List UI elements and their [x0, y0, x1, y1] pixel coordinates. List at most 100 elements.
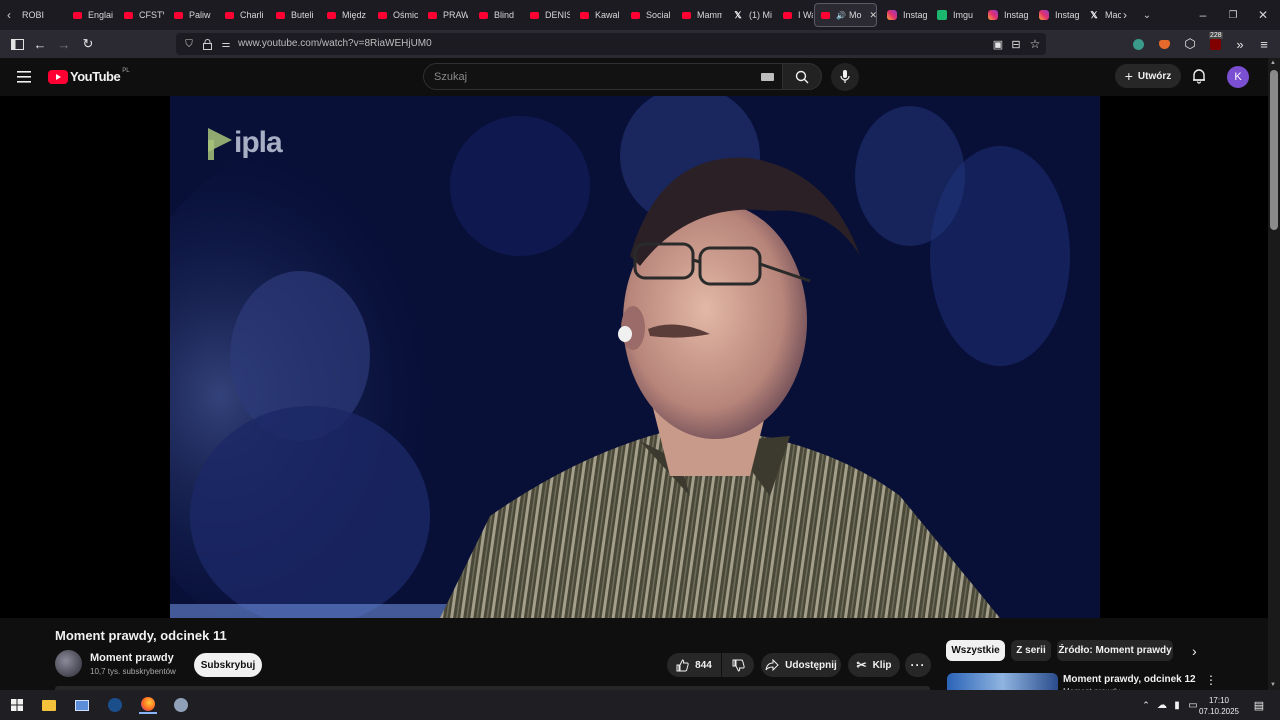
- chip-source-channel[interactable]: Źródło: Moment prawdy: [1057, 640, 1173, 661]
- browser-tab[interactable]: Charli: [225, 3, 265, 27]
- like-button[interactable]: 844: [667, 653, 721, 677]
- video-frame[interactable]: ipla: [170, 96, 1100, 618]
- browser-tab[interactable]: Blind: [479, 3, 519, 27]
- tab-scroll-right-icon[interactable]: ›: [1118, 7, 1132, 23]
- browser-tab[interactable]: Mamm: [682, 3, 722, 27]
- browser-tab[interactable]: ROBI: [22, 3, 50, 27]
- back-arrow-icon[interactable]: ←: [32, 36, 48, 52]
- browser-tab-label: Englai: [88, 10, 113, 20]
- tab-scroll-left-icon[interactable]: ‹: [2, 7, 16, 23]
- permissions-icon[interactable]: ⚌: [218, 36, 234, 52]
- browser-tab[interactable]: 𝕏 Mac: [1089, 3, 1121, 27]
- browser-tab[interactable]: DENIS: [530, 3, 570, 27]
- browser-tab[interactable]: CFSTV: [124, 3, 164, 27]
- youtube-favicon-icon: [631, 11, 640, 19]
- search-button[interactable]: [782, 63, 822, 90]
- instagram-favicon-icon: [887, 10, 897, 20]
- picture-in-picture-icon[interactable]: ▣: [990, 36, 1006, 52]
- reload-icon[interactable]: ↻: [80, 36, 96, 52]
- browser-tab-label: Kawal: [595, 10, 620, 20]
- chip-all[interactable]: Wszystkie: [946, 640, 1005, 661]
- clip-button[interactable]: ✂ Klip: [848, 653, 900, 677]
- lock-icon[interactable]: [199, 36, 215, 52]
- related-video-menu-icon[interactable]: ⋮: [1205, 673, 1217, 687]
- restore-window-icon[interactable]: ❐: [1226, 7, 1240, 23]
- scrollbar-thumb[interactable]: [1270, 70, 1278, 230]
- browser-tab[interactable]: 🔊 Mo ✕: [814, 3, 877, 27]
- clock-date: 07.10.2025: [1198, 707, 1240, 716]
- browser-tab[interactable]: Instag: [1039, 3, 1079, 27]
- browser-tab[interactable]: Imgu: [937, 3, 977, 27]
- tab-audio-playing-icon[interactable]: 🔊: [836, 11, 846, 20]
- steam-icon[interactable]: [106, 696, 124, 714]
- list-all-tabs-icon[interactable]: ⌄: [1140, 7, 1154, 23]
- file-explorer-icon[interactable]: [40, 696, 58, 714]
- system-clock[interactable]: 17:10 07.10.2025: [1198, 695, 1240, 717]
- shield-icon[interactable]: ⛉: [181, 36, 197, 52]
- forward-arrow-icon[interactable]: →: [56, 36, 72, 52]
- chips-next-chevron-icon[interactable]: ›: [1192, 643, 1197, 659]
- region-code: PL: [122, 67, 130, 74]
- browser-tab[interactable]: Englai: [73, 3, 113, 27]
- bookmark-star-icon[interactable]: ☆: [1027, 36, 1043, 52]
- voice-search-button[interactable]: [831, 63, 859, 91]
- browser-tab[interactable]: Ośmic: [378, 3, 418, 27]
- subscribe-button[interactable]: Subskrybuj: [194, 653, 262, 677]
- youtube-logo-text: YouTube: [70, 69, 121, 84]
- search-placeholder: Szukaj: [434, 71, 468, 83]
- browser-tab-label: Blind: [494, 10, 515, 20]
- browser-tab[interactable]: I Walk: [783, 3, 813, 27]
- minimize-window-icon[interactable]: –: [1196, 7, 1210, 23]
- browser-tab-label: CFSTV: [139, 10, 164, 20]
- browser-tab[interactable]: Paliw: [174, 3, 214, 27]
- browser-tab[interactable]: Kawal: [580, 3, 620, 27]
- chip-from-series[interactable]: Z serii: [1011, 640, 1051, 661]
- share-button[interactable]: Udostępnij: [761, 653, 841, 677]
- reader-view-icon[interactable]: ⊟: [1008, 36, 1024, 52]
- youtube-logo[interactable]: YouTube PL: [48, 67, 130, 84]
- scroll-down-arrow-icon[interactable]: ▼: [1270, 682, 1276, 688]
- sidebar-toggle-icon[interactable]: [9, 36, 25, 52]
- browser-tab[interactable]: 𝕏 (1) Mi: [733, 3, 773, 27]
- close-tab-icon[interactable]: ✕: [869, 10, 876, 21]
- browser-tab-label: Mo: [848, 10, 862, 20]
- windows-start-icon[interactable]: [8, 696, 26, 714]
- extensions-puzzle-icon[interactable]: ⬡: [1182, 36, 1198, 52]
- browser-tab[interactable]: PRAW: [428, 3, 468, 27]
- address-bar[interactable]: ⛉ ⚌ www.youtube.com/watch?v=8RiaWEHjUM0 …: [176, 33, 1046, 55]
- browser-tab[interactable]: Międz: [327, 3, 367, 27]
- browser-tab[interactable]: Social: [631, 3, 671, 27]
- browser-tab[interactable]: Instag: [988, 3, 1028, 27]
- create-button[interactable]: + Utwórz: [1115, 64, 1181, 88]
- youtube-header: YouTube PL Szukaj + Utwórz K: [0, 58, 1268, 96]
- scroll-up-arrow-icon[interactable]: ▲: [1270, 60, 1276, 66]
- channel-avatar[interactable]: [55, 650, 82, 677]
- ublock-extension-icon[interactable]: 228: [1207, 32, 1223, 52]
- account-avatar[interactable]: K: [1227, 66, 1249, 88]
- overflow-chevron-icon[interactable]: »: [1232, 36, 1248, 52]
- page-scrollbar[interactable]: ▲ ▼: [1268, 58, 1280, 690]
- browser-tab[interactable]: Instag: [887, 3, 927, 27]
- dislike-button[interactable]: [722, 653, 754, 677]
- guide-menu-icon[interactable]: [17, 70, 31, 88]
- browser-tab[interactable]: Buteli: [276, 3, 316, 27]
- search-input[interactable]: Szukaj: [423, 63, 783, 90]
- video-player[interactable]: ipla: [0, 96, 1268, 618]
- notification-center-icon[interactable]: ▤: [1250, 696, 1268, 714]
- remote-desktop-icon[interactable]: [73, 696, 91, 714]
- related-video-thumbnail[interactable]: [947, 673, 1058, 690]
- firefox-icon[interactable]: [139, 696, 157, 714]
- app-gear-icon[interactable]: [172, 696, 190, 714]
- youtube-favicon-icon: [327, 11, 336, 19]
- hamburger-menu-icon[interactable]: ≡: [1256, 36, 1272, 52]
- related-video-title[interactable]: Moment prawdy, odcinek 12: [1063, 674, 1196, 685]
- close-window-icon[interactable]: ✕: [1256, 7, 1270, 23]
- more-actions-button[interactable]: ···: [905, 653, 931, 677]
- extension-shield-icon[interactable]: [1130, 36, 1146, 52]
- extension-fox-icon[interactable]: [1156, 36, 1172, 52]
- plus-icon: +: [1124, 68, 1133, 84]
- url-text[interactable]: www.youtube.com/watch?v=8RiaWEHjUM0: [238, 38, 432, 49]
- notifications-bell-icon[interactable]: [1191, 68, 1207, 89]
- keyboard-icon[interactable]: [761, 73, 774, 81]
- channel-name[interactable]: Moment prawdy: [90, 652, 174, 664]
